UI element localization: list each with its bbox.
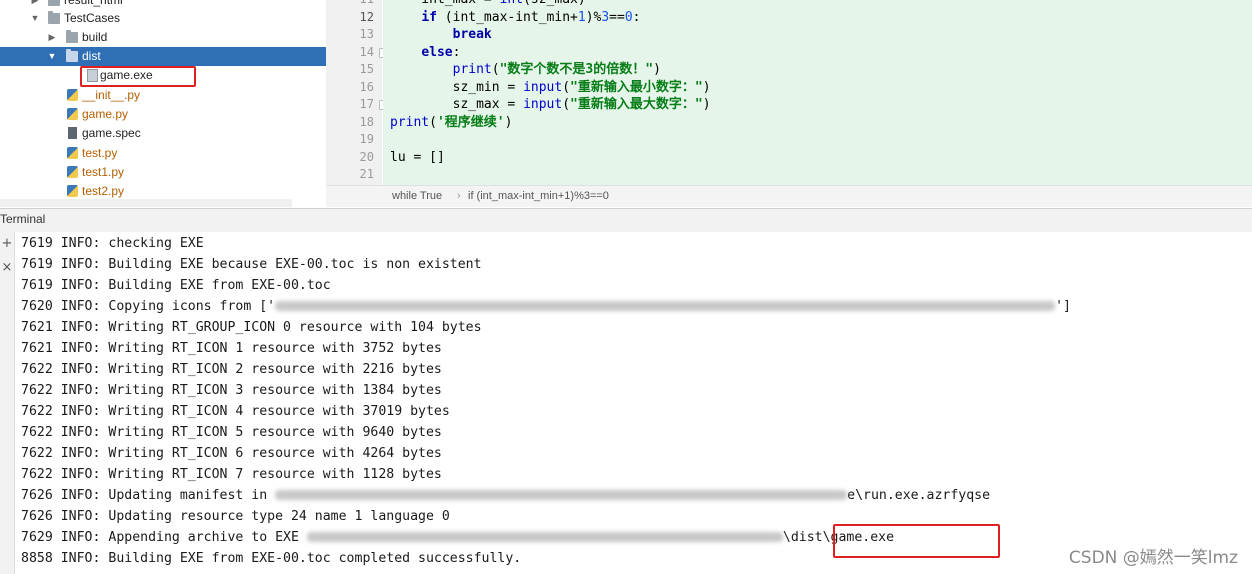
spec-file-icon	[68, 127, 77, 139]
chevron-right-icon: ›	[457, 190, 461, 202]
folder-icon	[48, 11, 60, 24]
tree-item-testcases[interactable]: ▼ TestCases	[0, 9, 326, 28]
terminal-line: 7622 INFO: Writing RT_ICON 3 resource wi…	[21, 383, 442, 398]
redacted-text	[275, 301, 1056, 311]
python-file-icon	[67, 166, 78, 178]
tree-item-game-py[interactable]: game.py	[0, 105, 326, 124]
terminal-line: 7619 INFO: Building EXE because EXE-00.t…	[21, 257, 482, 272]
line-number: 11	[334, 0, 374, 9]
tree-item-label: test.py	[82, 146, 118, 160]
tree-item-label: game.spec	[82, 126, 141, 140]
terminal-title[interactable]: Terminal	[0, 212, 45, 226]
tree-item-label: build	[82, 30, 108, 44]
folder-icon	[66, 49, 78, 62]
code-area[interactable]: int_max = int(sz_max) if (int_max-int_mi…	[383, 0, 1252, 185]
tree-item-test1-py[interactable]: test1.py	[0, 163, 326, 182]
tree-item-build[interactable]: ▶ build	[0, 28, 326, 47]
redacted-text	[306, 532, 783, 542]
tree-item-game-spec[interactable]: game.spec	[0, 124, 326, 143]
chevron-down-icon[interactable]: ▼	[30, 9, 40, 28]
terminal-line: 7622 INFO: Writing RT_ICON 7 resource wi…	[21, 467, 442, 482]
line-number: 21	[359, 167, 374, 181]
terminal-line: 7626 INFO: Updating resource type 24 nam…	[21, 509, 450, 524]
line-number: 13	[359, 27, 374, 41]
line-number: 12	[359, 9, 374, 24]
line-number-gutter: 11 12 13 14 15 16 17 18 19 20 21	[326, 0, 382, 185]
terminal-output[interactable]: 7619 INFO: checking EXE 7619 INFO: Build…	[15, 232, 1252, 574]
highlight-box	[80, 66, 196, 87]
tree-item-label: dist	[82, 49, 101, 63]
terminal-line: 7622 INFO: Writing RT_ICON 5 resource wi…	[21, 425, 442, 440]
chevron-down-icon[interactable]: ▼	[47, 47, 57, 66]
terminal-line: 7629 INFO: Appending archive to EXE \dis…	[21, 530, 895, 545]
line-number: 16	[359, 79, 374, 94]
line-number: 20	[359, 149, 374, 164]
line-number: 18	[359, 114, 374, 129]
python-file-icon	[67, 147, 78, 159]
breadcrumb: while True › if (int_max-int_min+1)%3==0	[326, 185, 1252, 207]
terminal-line: 7619 INFO: checking EXE	[21, 236, 204, 251]
terminal-header: Terminal	[0, 208, 1252, 233]
chevron-right-icon[interactable]: ▶	[47, 28, 57, 47]
close-icon[interactable]: ×	[1, 261, 13, 275]
redacted-text	[275, 490, 848, 500]
tree-item-label: __init__.py	[82, 88, 141, 102]
terminal-toolbar: + ×	[0, 232, 15, 574]
tree-item-init-py[interactable]: __init__.py	[0, 86, 326, 105]
folder-icon	[66, 30, 78, 43]
code-editor[interactable]: 11 12 13 14 15 16 17 18 19 20 21 int_max…	[326, 0, 1252, 207]
line-number: 17	[359, 97, 374, 111]
terminal-line: 7619 INFO: Building EXE from EXE-00.toc	[21, 278, 331, 293]
breadcrumb-item[interactable]: if (int_max-int_min+1)%3==0	[468, 186, 609, 207]
tree-item-label: test1.py	[82, 165, 125, 179]
horizontal-scrollbar[interactable]	[0, 199, 292, 207]
line-number: 15	[359, 62, 374, 76]
terminal-line: 7620 INFO: Copying icons from [' ']	[21, 299, 1071, 314]
tree-item-label: game.py	[82, 107, 129, 121]
terminal-line: 7626 INFO: Updating manifest in e\run.ex…	[21, 488, 991, 503]
line-number: 19	[359, 132, 374, 146]
tree-item-test-py[interactable]: test.py	[0, 144, 326, 163]
python-file-icon	[67, 108, 78, 120]
terminal-line: 7622 INFO: Writing RT_ICON 2 resource wi…	[21, 362, 442, 377]
folder-icon	[48, 0, 60, 6]
python-file-icon	[67, 185, 78, 197]
tree-item-label: TestCases	[64, 11, 121, 25]
tree-item-dist[interactable]: ▼ dist	[0, 47, 326, 66]
terminal-line: 7621 INFO: Writing RT_ICON 1 resource wi…	[21, 341, 442, 356]
terminal-line: 7621 INFO: Writing RT_GROUP_ICON 0 resou…	[21, 320, 482, 335]
breadcrumb-item[interactable]: while True	[392, 186, 442, 207]
watermark: CSDN @嫣然一笑lmz	[1068, 548, 1238, 568]
project-tree: ▶ result_html ▼ TestCases ▶ build ▼ dist…	[0, 0, 326, 207]
highlight-box	[833, 524, 1000, 558]
terminal-line: 7622 INFO: Writing RT_ICON 4 resource wi…	[21, 404, 450, 419]
python-file-icon	[67, 89, 78, 101]
terminal-line: 7622 INFO: Writing RT_ICON 6 resource wi…	[21, 446, 442, 461]
add-icon[interactable]: +	[1, 237, 13, 251]
line-number: 14	[359, 44, 374, 59]
terminal-line: 8858 INFO: Building EXE from EXE-00.toc …	[21, 551, 522, 566]
